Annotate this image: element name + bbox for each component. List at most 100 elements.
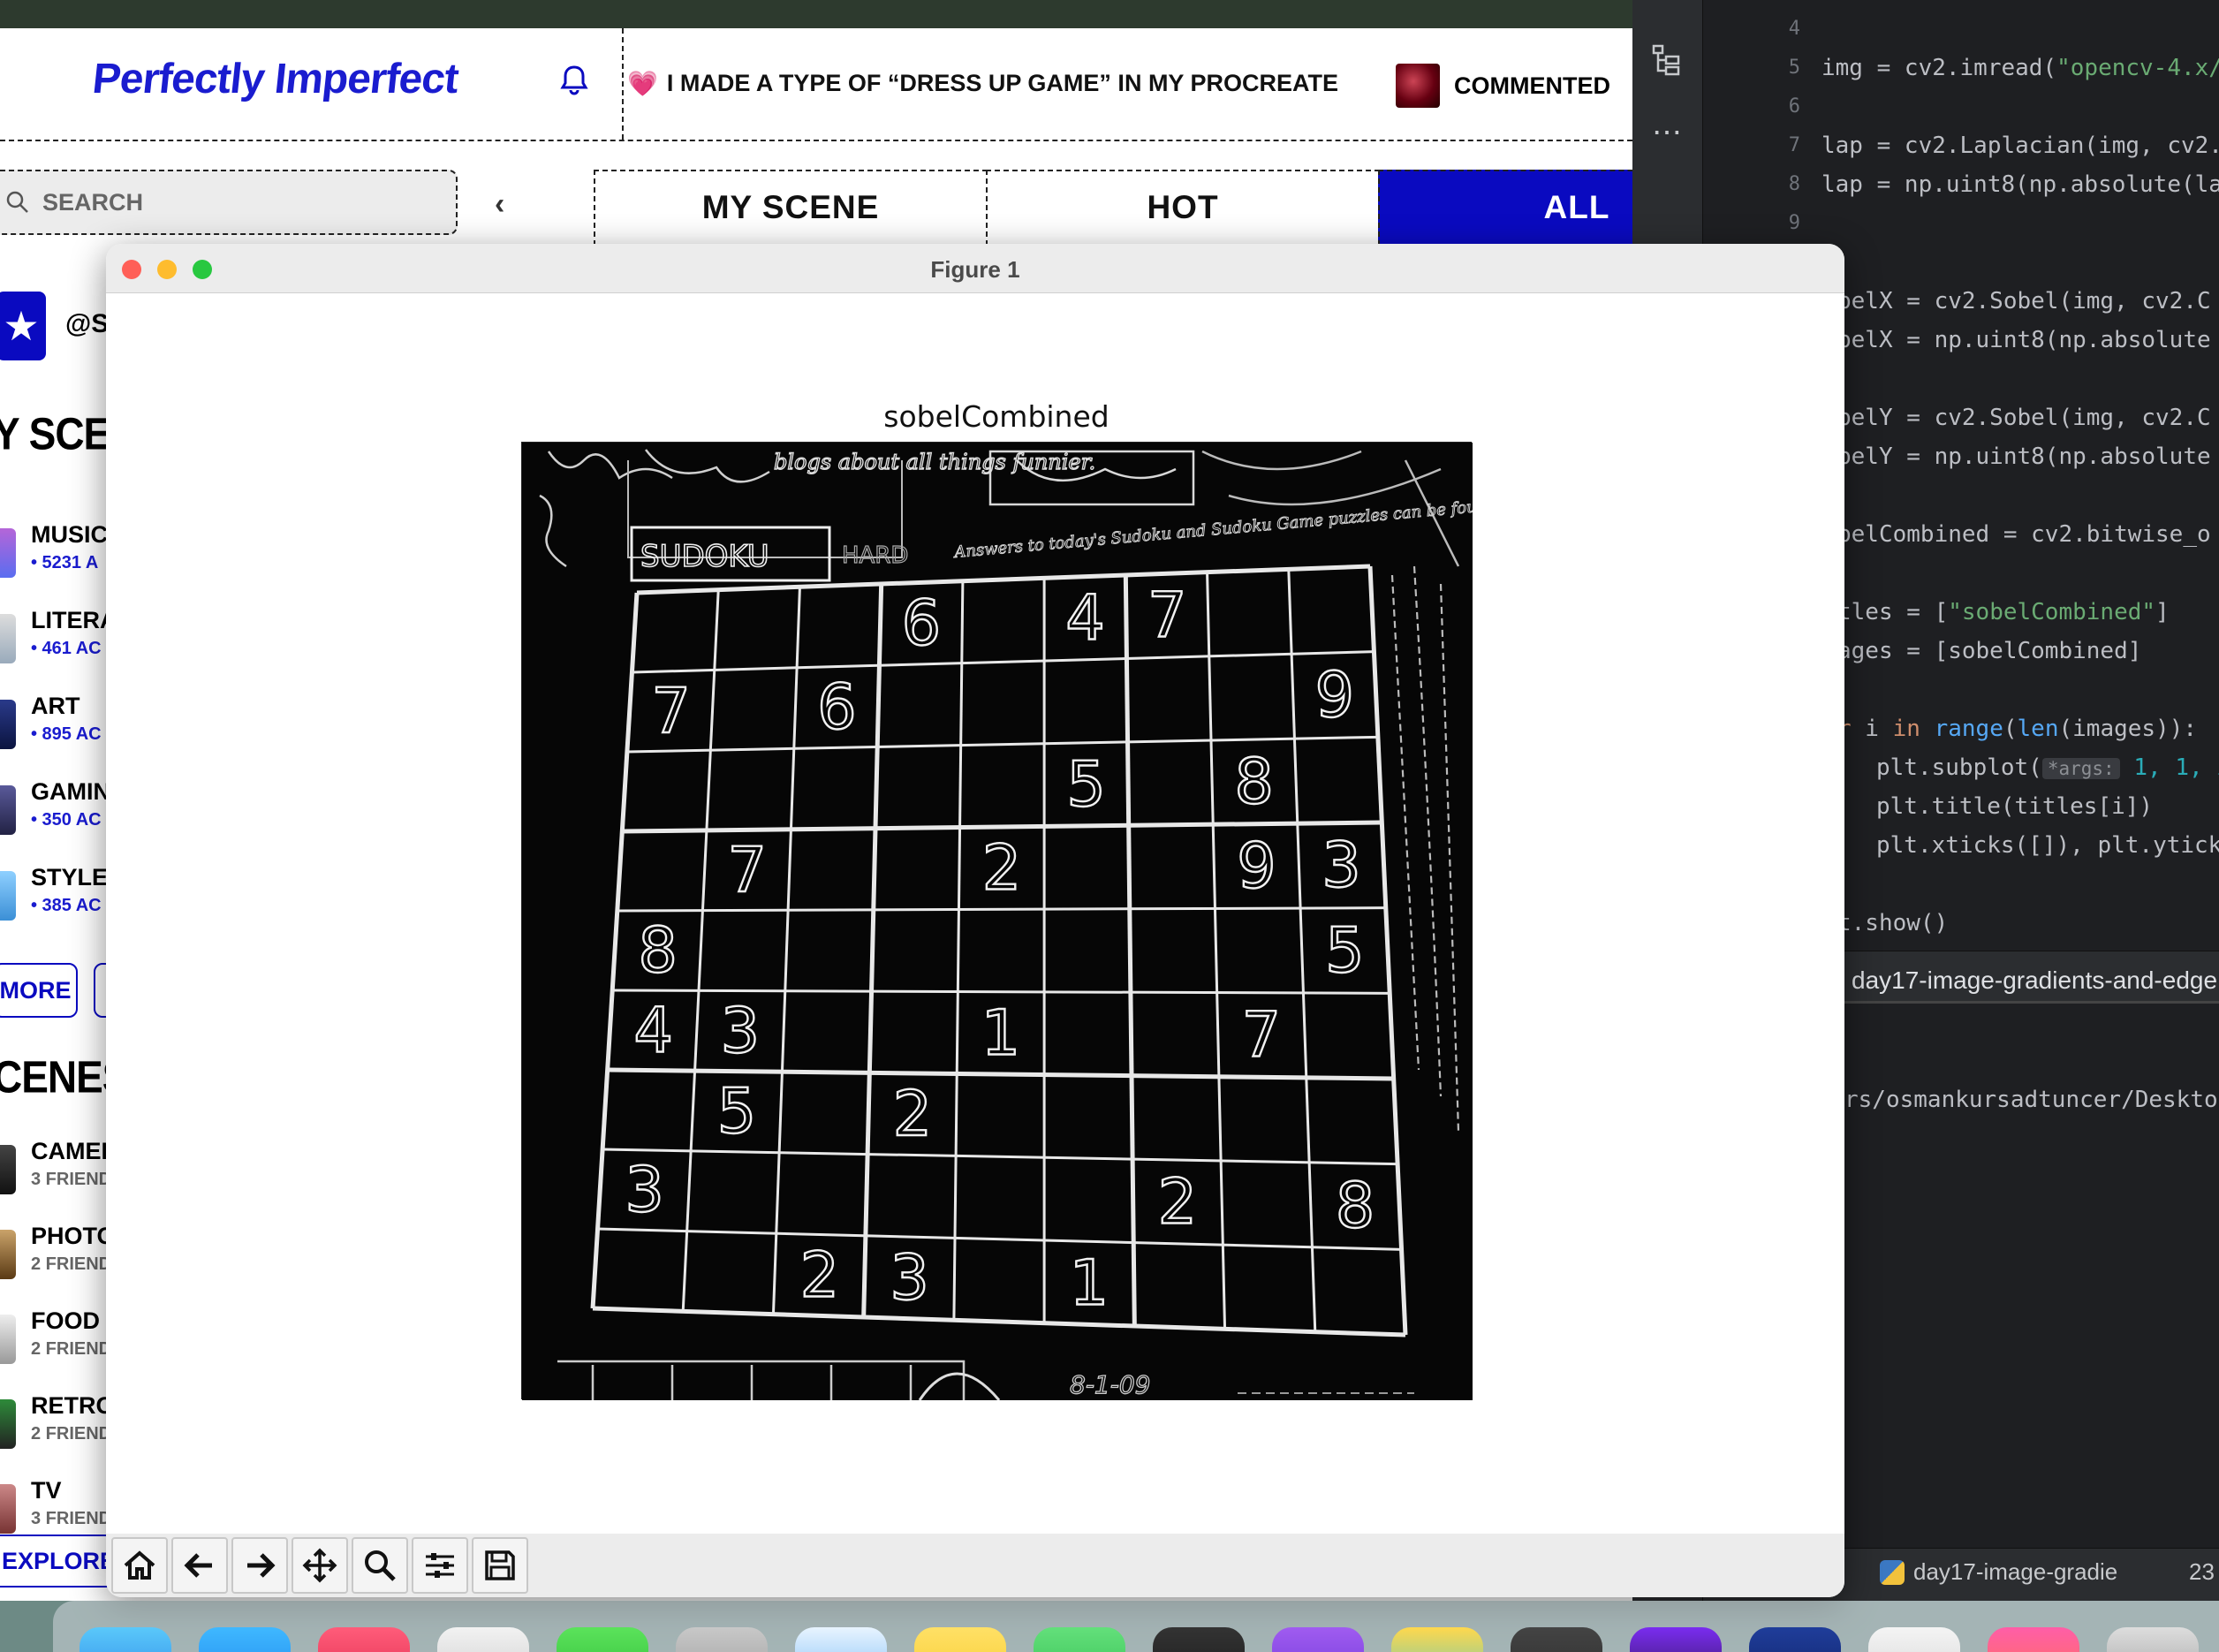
facetime-icon[interactable] bbox=[557, 1627, 648, 1652]
sudoku-digit: 3 bbox=[890, 1241, 929, 1314]
scene-count: • 5231 A bbox=[31, 553, 99, 572]
sudoku-digit: 3 bbox=[1322, 830, 1361, 902]
code-line[interactable]: belY = np.uint8(np.absolute bbox=[1837, 443, 2211, 470]
notes-icon[interactable] bbox=[437, 1627, 529, 1652]
camera-icon bbox=[0, 1145, 16, 1194]
finder-icon[interactable] bbox=[80, 1627, 171, 1652]
code-text: (images)): bbox=[2058, 716, 2198, 742]
line-number: 7 bbox=[1788, 134, 1800, 156]
figure-window: Figure 1 sobelCombined blogs about all t… bbox=[106, 244, 1844, 1597]
sudoku-digit: 7 bbox=[1242, 999, 1282, 1072]
sudoku-digit: 7 bbox=[1147, 580, 1187, 652]
scene-name: MUSIC bbox=[31, 521, 108, 548]
sudoku-digit: 5 bbox=[1325, 914, 1365, 987]
code-text: tles = [ bbox=[1837, 599, 1949, 625]
home-icon[interactable] bbox=[111, 1537, 168, 1594]
appstore-icon[interactable] bbox=[199, 1627, 291, 1652]
art-icon bbox=[0, 700, 16, 749]
more-button[interactable]: MORE bbox=[0, 963, 78, 1018]
code-line[interactable]: belX = np.uint8(np.absolute bbox=[1837, 327, 2211, 353]
code-line[interactable]: belCombined = cv2.bitwise_o bbox=[1837, 521, 2211, 548]
back-arrow-icon[interactable] bbox=[171, 1537, 228, 1594]
status-file[interactable]: day17-image-gradie bbox=[1880, 1558, 2117, 1586]
sudoku-digit: 1 bbox=[1070, 1247, 1110, 1319]
vpn-icon[interactable] bbox=[1749, 1627, 1841, 1652]
photos-icon[interactable] bbox=[1988, 1627, 2079, 1652]
bell-icon[interactable] bbox=[557, 62, 592, 97]
save-icon[interactable] bbox=[472, 1537, 528, 1594]
code-builtin: range bbox=[1920, 716, 2003, 742]
other-icon[interactable] bbox=[2107, 1627, 2199, 1652]
sudoku-digit: 3 bbox=[721, 995, 761, 1067]
chevron-left-icon[interactable]: ‹ bbox=[495, 187, 504, 222]
sudoku-label: SUDOKU bbox=[640, 539, 769, 574]
stickies-icon[interactable] bbox=[914, 1627, 1006, 1652]
preview-icon[interactable] bbox=[1868, 1627, 1960, 1652]
search-input[interactable] bbox=[42, 188, 396, 216]
ticker-item-2[interactable]: COMMENTED bbox=[1396, 64, 1610, 108]
code-line[interactable]: lap = np.uint8(np.absolute(la bbox=[1821, 171, 2219, 198]
code-line[interactable]: plt.xticks([]), plt.ytick bbox=[1876, 832, 2219, 859]
mail-icon[interactable] bbox=[318, 1627, 410, 1652]
code-line[interactable]: r i in range(len(images)): bbox=[1837, 716, 2197, 742]
site-logo[interactable]: Perfectly Imperfect bbox=[90, 55, 460, 103]
configure-subplots-icon[interactable] bbox=[412, 1537, 468, 1594]
code-line[interactable]: ages = [sobelCombined] bbox=[1837, 638, 2141, 664]
date-label: 8-1-09 bbox=[1070, 1370, 1150, 1399]
code-line[interactable]: belX = cv2.Sobel(img, cv2.C bbox=[1837, 288, 2211, 314]
scene-count: • 350 AC bbox=[31, 810, 102, 830]
ticker-item[interactable]: 💗 I MADE A TYPE OF “DRESS UP GAME” IN MY… bbox=[627, 69, 1338, 98]
explore-button[interactable]: EXPLORE bbox=[0, 1535, 116, 1588]
code-line[interactable]: img = cv2.imread("opencv-4.x/ bbox=[1821, 55, 2219, 81]
scene-count: • 895 AC bbox=[31, 724, 102, 744]
safari-icon[interactable] bbox=[795, 1627, 887, 1652]
arc-icon[interactable] bbox=[1272, 1627, 1364, 1652]
code-line[interactable]: belY = cv2.Sobel(img, cv2.C bbox=[1837, 405, 2211, 431]
ticker-thumbnail bbox=[1396, 64, 1440, 108]
tab-hot[interactable]: HOT bbox=[986, 170, 1380, 246]
zoom-icon[interactable] bbox=[352, 1537, 408, 1594]
code-line[interactable]: lap = cv2.Laplacian(img, cv2. bbox=[1821, 133, 2219, 159]
edge-image[interactable]: blogs about all things funnier. SUDOKU H… bbox=[521, 442, 1738, 1401]
calendar-icon[interactable] bbox=[1511, 1627, 1602, 1652]
code-line[interactable]: tles = ["sobelCombined"] bbox=[1837, 599, 2170, 625]
sudoku-digit: 2 bbox=[982, 832, 1022, 905]
sudoku-digit: 3 bbox=[625, 1154, 664, 1226]
sudoku-digit: 9 bbox=[1314, 659, 1354, 731]
code-text: i bbox=[1851, 716, 1893, 742]
browser-top-strip bbox=[0, 0, 1632, 28]
code-line[interactable]: plt.title(titles[i]) bbox=[1876, 793, 2153, 820]
sudoku-digit: 9 bbox=[1237, 830, 1276, 902]
search-box[interactable] bbox=[0, 170, 458, 235]
plot-title: sobelCombined bbox=[883, 399, 1110, 434]
sudoku-digit: 6 bbox=[817, 671, 857, 743]
settings-icon[interactable] bbox=[676, 1627, 768, 1652]
run-tab[interactable]: day17-image-gradients-and-edge bbox=[1852, 966, 2217, 995]
tab-my-scene[interactable]: MY SCENE bbox=[594, 170, 988, 246]
user-handle[interactable]: @S bbox=[65, 309, 109, 339]
sudoku-digit: 2 bbox=[1158, 1165, 1198, 1238]
sudoku-digit: 8 bbox=[638, 914, 678, 987]
code-line[interactable]: plt.subplot(*args: 1, 1, i bbox=[1876, 754, 2219, 781]
tab-all[interactable]: ALL bbox=[1378, 170, 1632, 246]
sudoku-digit: 7 bbox=[727, 834, 767, 906]
pycharm-icon[interactable] bbox=[1630, 1627, 1722, 1652]
scene-name: RETRO bbox=[31, 1392, 115, 1419]
star-avatar-icon[interactable]: ★ bbox=[0, 292, 46, 360]
more-options-icon[interactable]: ⋯ bbox=[1652, 115, 1684, 150]
difficulty-label: HARD bbox=[842, 542, 908, 569]
structure-icon[interactable] bbox=[1650, 42, 1682, 78]
pan-icon[interactable] bbox=[292, 1537, 348, 1594]
code-keyword: in bbox=[1892, 716, 1920, 742]
figma-icon[interactable] bbox=[1391, 1627, 1483, 1652]
status-line[interactable]: 23 bbox=[2189, 1558, 2215, 1586]
code-text: ( bbox=[2003, 716, 2018, 742]
terminal-icon[interactable] bbox=[1153, 1627, 1245, 1652]
whatsapp-icon[interactable] bbox=[1034, 1627, 1125, 1652]
code-text: plt.subplot( bbox=[1876, 754, 2042, 781]
code-line[interactable]: t.show() bbox=[1837, 910, 1948, 936]
forward-arrow-icon[interactable] bbox=[231, 1537, 288, 1594]
sudoku-digit: 8 bbox=[1336, 1170, 1375, 1242]
scene-name: ART bbox=[31, 693, 80, 719]
scene-name: FOOD bbox=[31, 1307, 100, 1334]
